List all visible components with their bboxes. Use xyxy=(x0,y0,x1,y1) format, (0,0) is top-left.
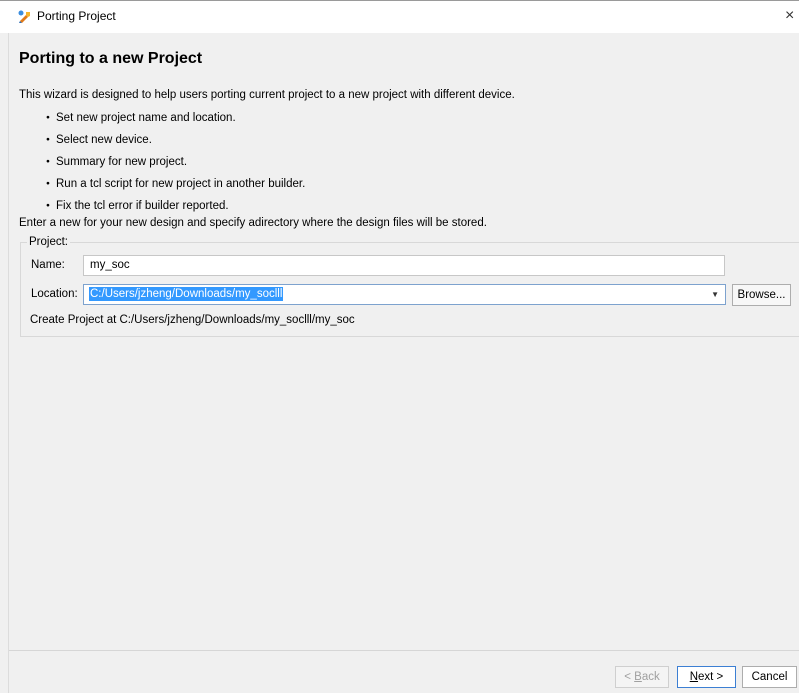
porting-project-dialog: Porting Project × Porting to a new Proje… xyxy=(0,0,799,693)
location-label: Location: xyxy=(31,288,78,300)
cancel-button[interactable]: Cancel xyxy=(742,666,797,688)
name-value: my_soc xyxy=(90,259,130,271)
back-rest: ack xyxy=(641,671,660,683)
name-label: Name: xyxy=(31,259,65,271)
project-group-label: Project: xyxy=(27,236,70,248)
location-combobox[interactable]: C:/Users/jzheng/Downloads/my_soclll ▼ xyxy=(83,284,726,305)
chevron-down-icon[interactable]: ▼ xyxy=(711,285,719,304)
step-list: Set new project name and location. Selec… xyxy=(46,111,305,221)
create-project-path: Create Project at C:/Users/jzheng/Downlo… xyxy=(30,314,355,326)
back-prefix: < xyxy=(624,671,635,683)
wizard-heading: Porting to a new Project xyxy=(19,50,203,67)
next-mnemonic: N xyxy=(689,671,699,683)
step-item: Run a tcl script for new project in anot… xyxy=(46,177,305,199)
back-mnemonic: B xyxy=(634,671,642,683)
title-bar: Porting Project × xyxy=(0,0,799,33)
step-item: Summary for new project. xyxy=(46,155,305,177)
next-rest: ext > xyxy=(698,671,724,683)
footer-divider xyxy=(9,650,799,651)
window-top-border xyxy=(0,0,799,1)
instruction-text: Enter a new for your new design and spec… xyxy=(19,217,487,229)
step-item: Set new project name and location. xyxy=(46,111,305,133)
wizard-description: This wizard is designed to help users po… xyxy=(19,89,515,101)
back-button[interactable]: < Back xyxy=(615,666,669,688)
next-button[interactable]: Next > xyxy=(677,666,736,688)
close-icon[interactable]: × xyxy=(785,4,799,28)
tool-icon xyxy=(18,10,30,23)
dialog-left-border xyxy=(8,33,9,693)
step-item: Select new device. xyxy=(46,133,305,155)
browse-button[interactable]: Browse... xyxy=(732,284,791,306)
window-title: Porting Project xyxy=(37,9,116,23)
location-value: C:/Users/jzheng/Downloads/my_soclll xyxy=(89,287,284,301)
name-field[interactable]: my_soc xyxy=(83,255,725,276)
